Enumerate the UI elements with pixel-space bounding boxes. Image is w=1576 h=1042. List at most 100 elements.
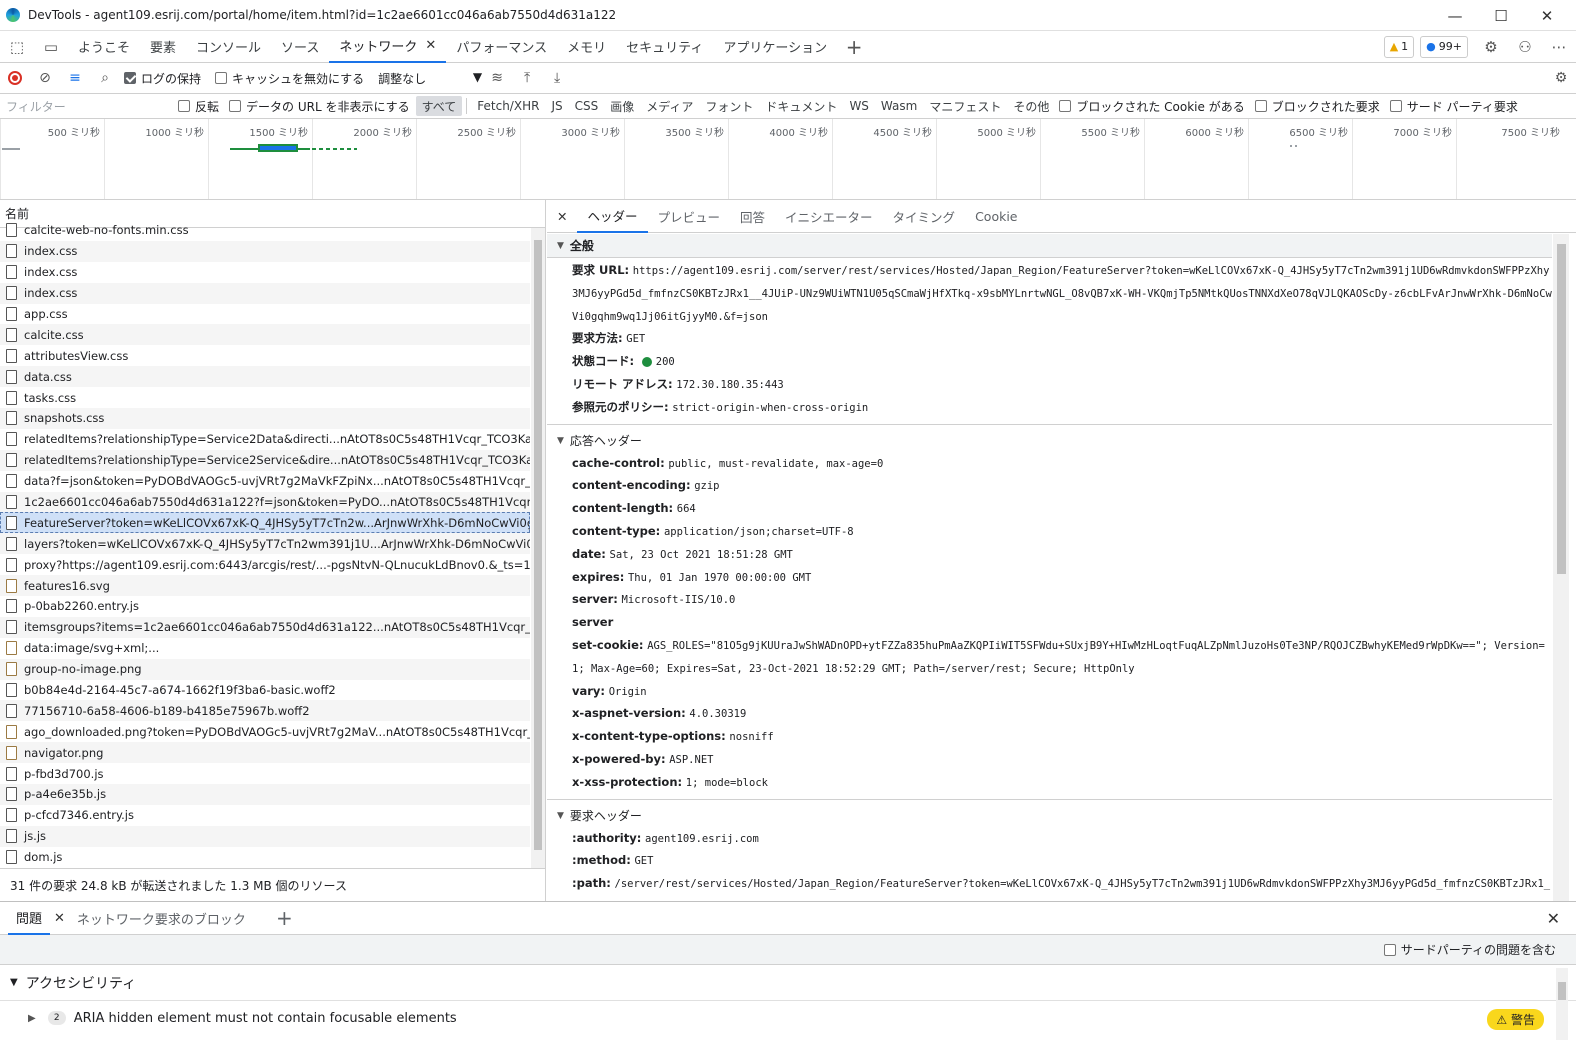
request-row[interactable]: features16.svg <box>0 575 530 597</box>
request-row[interactable]: p-a4e6e35b.js <box>0 784 530 805</box>
maximize-button[interactable]: ☐ <box>1478 0 1524 31</box>
third-party-checkbox[interactable]: サード パーティ要求 <box>1389 98 1518 115</box>
filter-type-css[interactable]: CSS <box>569 96 605 116</box>
request-row[interactable]: b0b84e4d-2164-45c7-a674-1662f19f3ba6-bas… <box>0 680 530 701</box>
tab-console[interactable]: コンソール <box>186 31 271 63</box>
request-row-selected[interactable]: FeatureServer?token=wKeLlCOVx67xK-Q_4JHS… <box>0 512 530 534</box>
hide-data-urls-checkbox[interactable]: データの URL を非表示にする <box>229 98 410 115</box>
filter-type-js[interactable]: JS <box>545 96 568 116</box>
request-row[interactable]: 1c2ae6601cc046a6ab7550d4d631a122?f=json&… <box>0 491 530 513</box>
request-row[interactable]: ago_downloaded.png?token=PyDOBdVAOGc5-uv… <box>0 721 530 742</box>
response-headers-section[interactable]: ▼ 応答ヘッダー <box>547 429 1552 453</box>
tab-performance[interactable]: パフォーマンス <box>446 31 557 63</box>
feedback-icon[interactable]: ⚇ <box>1508 31 1542 63</box>
close-window-button[interactable]: ✕ <box>1524 0 1570 31</box>
detail-scrollbar[interactable] <box>1553 234 1569 901</box>
accessibility-section[interactable]: ▼ アクセシビリティ <box>0 965 1576 1001</box>
tab-network[interactable]: ネットワーク ✕ <box>329 31 447 63</box>
request-row[interactable]: js.js <box>0 825 530 847</box>
general-section-header[interactable]: ▼ 全般 <box>547 234 1552 258</box>
filter-type-font[interactable]: フォント <box>699 96 759 116</box>
drawer-scrollbar[interactable] <box>1556 968 1568 1040</box>
tab-response[interactable]: 回答 <box>730 200 775 233</box>
request-row[interactable]: snapshots.css <box>0 408 530 429</box>
request-row[interactable]: p-0bab2260.entry.js <box>0 596 530 617</box>
tab-preview[interactable]: プレビュー <box>648 200 731 233</box>
filter-type-all[interactable]: すべて <box>415 96 463 116</box>
filter-icon[interactable]: ≡ <box>60 63 90 93</box>
request-row[interactable]: navigator.png <box>0 742 530 764</box>
tab-cookies[interactable]: Cookie <box>965 200 1027 233</box>
filter-type-other[interactable]: その他 <box>1007 96 1055 116</box>
tab-welcome[interactable]: ようこそ <box>68 31 140 63</box>
tab-issues[interactable]: 問題 <box>8 902 51 935</box>
request-row[interactable]: proxy?https://agent109.esrij.com:6443/ar… <box>0 554 530 575</box>
request-row[interactable]: index.css <box>0 240 530 262</box>
request-row[interactable]: tasks.css <box>0 387 530 408</box>
tab-memory[interactable]: メモリ <box>557 31 616 63</box>
filter-type-manifest[interactable]: マニフェスト <box>923 96 1007 116</box>
request-row[interactable]: dom.js <box>0 847 530 868</box>
request-row[interactable]: data.css <box>0 366 530 388</box>
tab-headers[interactable]: ヘッダー <box>577 200 648 233</box>
filter-type-media[interactable]: メディア <box>640 96 699 116</box>
request-list-scrollbar[interactable] <box>531 228 545 868</box>
request-row[interactable]: p-fbd3d700.js <box>0 763 530 784</box>
tab-application[interactable]: アプリケーション <box>713 31 837 63</box>
invert-checkbox[interactable]: 反転 <box>178 98 219 115</box>
tab-security[interactable]: セキュリティ <box>616 31 713 63</box>
add-tab-icon[interactable]: + <box>837 31 871 63</box>
network-settings-icon[interactable]: ⚙ <box>1546 63 1576 93</box>
throttle-select[interactable]: 調整なし ▼ <box>378 70 482 87</box>
record-icon[interactable] <box>0 63 30 93</box>
tab-elements[interactable]: 要素 <box>140 31 186 63</box>
request-row[interactable]: relatedItems?relationshipType=Service2Da… <box>0 429 530 450</box>
device-emulation-icon[interactable]: ▭ <box>34 31 68 63</box>
request-row[interactable]: p-cfcd7346.entry.js <box>0 805 530 826</box>
request-row[interactable]: index.css <box>0 282 530 304</box>
disable-cache-checkbox[interactable]: キャッシュを無効にする <box>215 70 364 87</box>
close-drawer-icon[interactable]: ✕ <box>1539 902 1568 935</box>
tab-timing[interactable]: タイミング <box>883 200 966 233</box>
request-row[interactable]: itemsgroups?items=1c2ae6601cc046a6ab7550… <box>0 616 530 638</box>
more-options-icon[interactable]: ⋯ <box>1542 31 1576 63</box>
request-row[interactable]: 77156710-6a58-4606-b189-b4185e75967b.wof… <box>0 700 530 722</box>
request-row[interactable]: calcite.css <box>0 324 530 346</box>
filter-type-doc[interactable]: ドキュメント <box>759 96 843 116</box>
request-row[interactable]: data?f=json&token=PyDOBdVAOGc5-uvjVRt7g2… <box>0 471 530 492</box>
messages-badge[interactable]: ● 99+ <box>1420 35 1468 58</box>
clear-icon[interactable]: ⊘ <box>30 63 60 93</box>
request-row[interactable]: app.css <box>0 304 530 325</box>
export-har-icon[interactable]: ⤓ <box>542 63 572 93</box>
filter-type-ws[interactable]: WS <box>843 96 874 116</box>
request-row[interactable]: index.css <box>0 262 530 283</box>
tab-network-request-blocking[interactable]: ネットワーク要求のブロック <box>69 902 254 935</box>
issue-row[interactable]: ▶ 2 ARIA hidden element must not contain… <box>0 1001 1576 1035</box>
inspect-icon[interactable]: ⬚ <box>0 31 34 63</box>
request-row[interactable]: calcite-web-no-fonts.min.css <box>0 220 530 241</box>
tab-sources[interactable]: ソース <box>271 31 329 63</box>
request-row[interactable]: layers?token=wKeLlCOVx67xK-Q_4JHSy5yT7cT… <box>0 533 530 555</box>
request-row[interactable]: group-no-image.png <box>0 658 530 680</box>
filter-type-fetch[interactable]: Fetch/XHR <box>471 96 545 116</box>
close-detail-icon[interactable]: ✕ <box>547 200 577 233</box>
close-tab-icon[interactable]: ✕ <box>425 38 436 53</box>
request-headers-section[interactable]: ▼ 要求ヘッダー <box>547 804 1552 828</box>
network-conditions-icon[interactable]: ≋ <box>482 63 512 93</box>
blocked-cookies-checkbox[interactable]: ブロックされた Cookie がある <box>1059 98 1245 115</box>
minimize-button[interactable]: — <box>1432 0 1478 31</box>
request-row[interactable]: relatedItems?relationshipType=Service2Se… <box>0 449 530 471</box>
add-drawer-tab-icon[interactable]: + <box>268 902 301 935</box>
filter-type-img[interactable]: 画像 <box>604 96 640 116</box>
settings-icon[interactable]: ⚙ <box>1474 31 1508 63</box>
preserve-log-checkbox[interactable]: ログの保持 <box>124 70 201 87</box>
filter-type-wasm[interactable]: Wasm <box>875 96 923 116</box>
close-issues-tab-icon[interactable]: ✕ <box>50 902 69 935</box>
request-row[interactable]: attributesView.css <box>0 345 530 366</box>
tab-initiator[interactable]: イニシエーター <box>775 200 883 233</box>
blocked-requests-checkbox[interactable]: ブロックされた要求 <box>1254 98 1380 115</box>
import-har-icon[interactable]: ⤒ <box>512 63 542 93</box>
search-icon[interactable]: ⌕ <box>90 63 120 93</box>
request-row[interactable]: data:image/svg+xml;... <box>0 638 530 659</box>
timeline-overview[interactable]: 500 ミリ秒 1000 ミリ秒 1500 ミリ秒 2000 ミリ秒 2500 … <box>0 119 1576 200</box>
